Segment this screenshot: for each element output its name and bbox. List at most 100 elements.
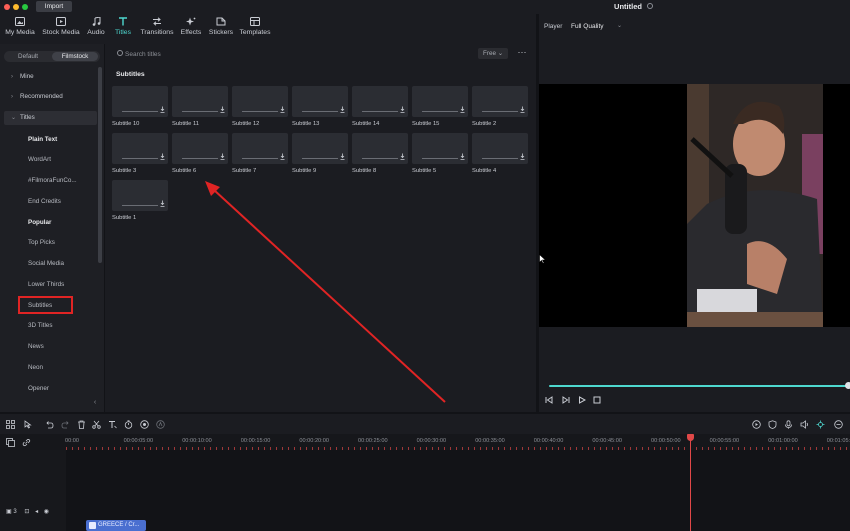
download-icon[interactable] xyxy=(160,153,165,160)
download-icon[interactable] xyxy=(220,153,225,160)
title-card[interactable]: Subtitle 3 xyxy=(112,133,168,177)
link-icon[interactable] xyxy=(22,438,31,447)
timeline-tracks[interactable] xyxy=(0,450,850,531)
download-icon[interactable] xyxy=(160,200,165,207)
sidebar-item-top-picks[interactable]: Top Picks xyxy=(28,239,98,246)
sidebar-category-recommended[interactable]: › Recommended xyxy=(4,90,97,104)
sidebar-item-filmorafun[interactable]: #FilmoraFunCo... xyxy=(28,177,98,184)
sidebar-item-plain-text[interactable]: Plain Text xyxy=(28,136,98,143)
title-card[interactable]: Subtitle 10 xyxy=(112,86,168,130)
price-filter-dropdown[interactable]: Free ⌄ xyxy=(478,48,508,59)
download-icon[interactable] xyxy=(520,153,525,160)
stop-icon[interactable] xyxy=(593,396,601,404)
title-card[interactable]: Subtitle 15 xyxy=(412,86,468,130)
track-header xyxy=(0,450,66,531)
shield-icon[interactable] xyxy=(768,420,777,429)
title-card[interactable]: Subtitle 13 xyxy=(292,86,348,130)
toolbar-stickers[interactable]: Stickers xyxy=(208,17,234,41)
project-info-icon[interactable] xyxy=(647,3,653,9)
title-card-label: Subtitle 8 xyxy=(352,168,377,174)
toolbar-titles[interactable]: Titles xyxy=(112,17,134,41)
microphone-icon[interactable] xyxy=(784,420,793,429)
tab-default[interactable]: Default xyxy=(6,52,50,61)
sidebar-item-lower-thirds[interactable]: Lower Thirds xyxy=(28,281,98,288)
sidebar-item-wordart[interactable]: WordArt xyxy=(28,156,98,163)
speaker-icon[interactable]: ◂ xyxy=(35,509,38,515)
sidebar-category-titles[interactable]: ⌄ Titles xyxy=(4,111,97,125)
download-icon[interactable] xyxy=(340,153,345,160)
sidebar-category-mine[interactable]: › Mine xyxy=(4,70,97,84)
text-tool-icon[interactable] xyxy=(108,420,117,429)
playback-progress-bar[interactable] xyxy=(549,385,847,387)
title-card[interactable]: Subtitle 11 xyxy=(172,86,228,130)
title-card[interactable]: Subtitle 14 xyxy=(352,86,408,130)
timer-icon[interactable] xyxy=(124,420,133,429)
zoom-window-button[interactable] xyxy=(22,4,28,10)
title-card[interactable]: Subtitle 8 xyxy=(352,133,408,177)
add-track-icon[interactable] xyxy=(6,438,15,447)
undo-icon[interactable] xyxy=(45,420,54,429)
sidebar-item-opener[interactable]: Opener xyxy=(28,385,98,392)
zoom-out-icon[interactable] xyxy=(834,420,843,429)
scissors-icon[interactable] xyxy=(92,420,101,429)
playhead-handle[interactable] xyxy=(687,434,694,441)
toolbar-audio[interactable]: Audio xyxy=(86,17,106,41)
title-card[interactable]: Subtitle 2 xyxy=(472,86,528,130)
search-input[interactable] xyxy=(125,48,305,60)
title-card[interactable]: Subtitle 12 xyxy=(232,86,288,130)
title-card[interactable]: Subtitle 7 xyxy=(232,133,288,177)
ruler-tick-label: 00:00:45:00 xyxy=(592,438,622,444)
toolbar-templates[interactable]: Templates xyxy=(239,17,271,41)
playback-scrubber-handle[interactable] xyxy=(845,382,850,389)
tab-filmstock[interactable]: Filmstock xyxy=(52,52,98,61)
sidebar-item-news[interactable]: News xyxy=(28,343,98,350)
eye-icon[interactable]: ◉ xyxy=(44,509,49,515)
lock-icon[interactable]: ⊡ xyxy=(24,509,29,515)
toolbar-stock-media[interactable]: Stock Media xyxy=(42,17,80,41)
title-card[interactable]: Subtitle 6 xyxy=(172,133,228,177)
collapse-sidebar-icon[interactable]: ‹ xyxy=(91,399,99,407)
sidebar-scrollbar[interactable] xyxy=(98,67,102,263)
download-icon[interactable] xyxy=(280,153,285,160)
redo-icon[interactable] xyxy=(61,420,70,429)
download-icon[interactable] xyxy=(280,106,285,113)
title-card[interactable]: Subtitle 4 xyxy=(472,133,528,177)
download-icon[interactable] xyxy=(340,106,345,113)
sidebar-item-3d-titles[interactable]: 3D Titles xyxy=(28,322,98,329)
toolbar-effects[interactable]: Effects xyxy=(180,17,202,41)
ai-tool-icon[interactable] xyxy=(156,420,165,429)
color-wheel-icon[interactable] xyxy=(140,420,149,429)
sidebar-item-social-media[interactable]: Social Media xyxy=(28,260,98,267)
title-card-label: Subtitle 11 xyxy=(172,121,199,127)
download-icon[interactable] xyxy=(400,106,405,113)
playhead-line[interactable] xyxy=(690,436,691,531)
delete-icon[interactable] xyxy=(77,420,86,429)
title-card[interactable]: Subtitle 1 xyxy=(112,180,168,224)
toolbar-transitions[interactable]: Transitions xyxy=(140,17,174,41)
subtitle-preview-line xyxy=(122,158,158,159)
toolbar-my-media[interactable]: My Media xyxy=(4,17,36,41)
download-icon[interactable] xyxy=(460,153,465,160)
snap-icon[interactable] xyxy=(816,420,825,429)
select-tool-icon[interactable] xyxy=(24,420,33,429)
step-back-icon[interactable] xyxy=(545,396,553,404)
voiceover-icon[interactable] xyxy=(800,420,809,429)
layout-grid-icon[interactable] xyxy=(6,420,15,429)
minimize-window-button[interactable] xyxy=(13,4,19,10)
close-window-button[interactable] xyxy=(4,4,10,10)
quality-dropdown[interactable]: Full Quality xyxy=(571,23,604,30)
sidebar-item-end-credits[interactable]: End Credits xyxy=(28,198,98,205)
download-icon[interactable] xyxy=(520,106,525,113)
sidebar-item-neon[interactable]: Neon xyxy=(28,364,98,371)
download-icon[interactable] xyxy=(220,106,225,113)
play-icon[interactable] xyxy=(578,396,586,404)
title-card[interactable]: Subtitle 9 xyxy=(292,133,348,177)
download-icon[interactable] xyxy=(160,106,165,113)
step-forward-icon[interactable] xyxy=(562,396,570,404)
more-options-icon[interactable]: ··· xyxy=(516,48,528,59)
render-icon[interactable] xyxy=(752,420,761,429)
import-button[interactable]: Import xyxy=(36,1,72,12)
download-icon[interactable] xyxy=(400,153,405,160)
download-icon[interactable] xyxy=(460,106,465,113)
title-card[interactable]: Subtitle 5 xyxy=(412,133,468,177)
